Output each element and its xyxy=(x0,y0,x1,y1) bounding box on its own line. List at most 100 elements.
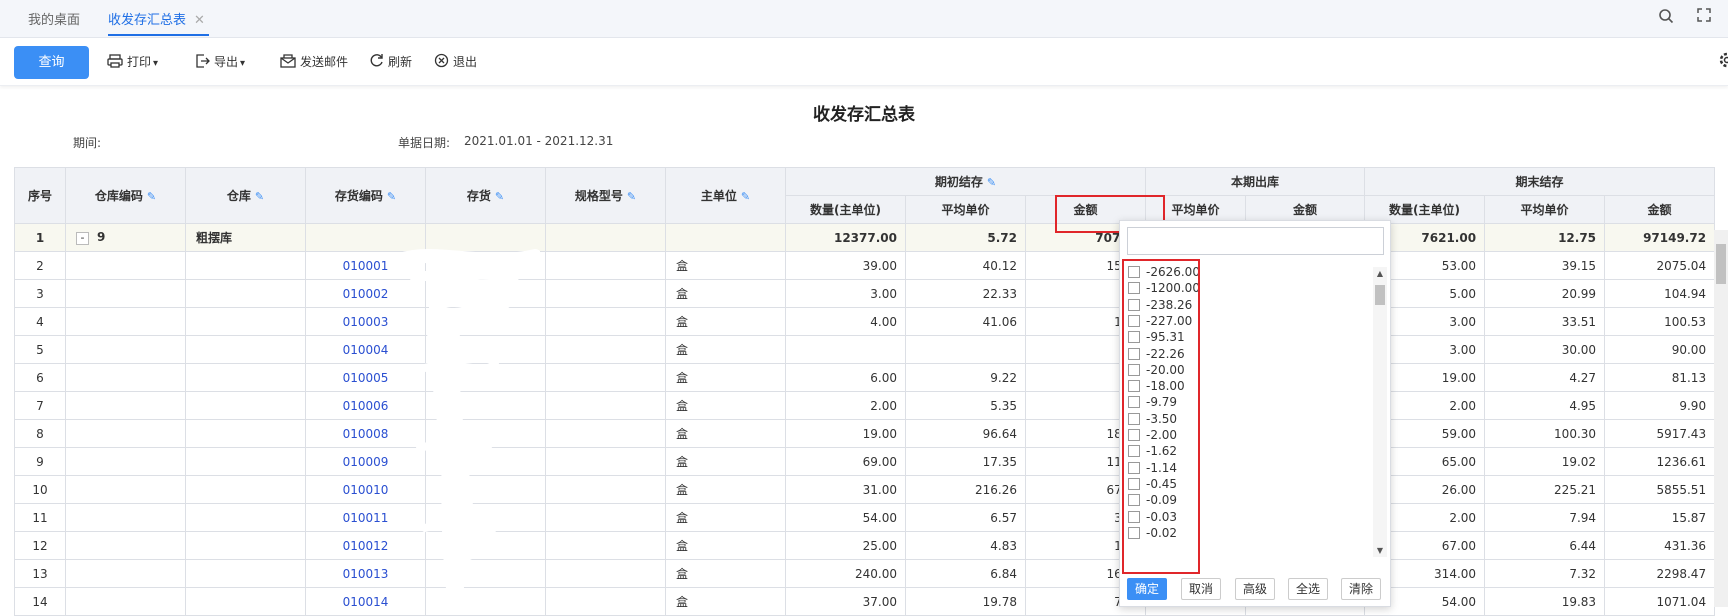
open-qty-cell: 69.00 xyxy=(786,448,906,476)
tab-bar: 我的桌面 收发存汇总表✕ xyxy=(0,0,1728,38)
refresh-button[interactable]: 刷新 xyxy=(369,52,412,72)
col-header-item[interactable]: 存货✎ xyxy=(426,168,546,224)
seq-cell: 14 xyxy=(15,588,66,616)
filter-clear-button[interactable]: 清除 xyxy=(1341,578,1381,600)
pin-icon[interactable]: ✎ xyxy=(495,190,504,203)
table-row[interactable]: 4010003盒4.0041.061643.0033.51100.53 xyxy=(15,308,1715,336)
scroll-down-icon[interactable]: ▼ xyxy=(1373,546,1387,555)
pin-icon[interactable]: ✎ xyxy=(741,190,750,203)
close-amt-cell: 100.53 xyxy=(1605,308,1715,336)
doc-date-label: 单据日期: xyxy=(398,134,450,151)
open-avg-cell: 4.83 xyxy=(906,532,1026,560)
warehouse-cell xyxy=(186,532,306,560)
scroll-up-icon[interactable]: ▲ xyxy=(1373,269,1387,278)
wh-code-cell xyxy=(66,476,186,504)
warehouse-cell xyxy=(186,280,306,308)
scroll-thumb[interactable] xyxy=(1375,285,1385,305)
filter-search-input[interactable] xyxy=(1127,227,1384,255)
warehouse-cell: 粗摆库 xyxy=(186,224,306,252)
spec-cell xyxy=(546,532,666,560)
wh-code-cell xyxy=(66,308,186,336)
print-button[interactable]: 打印▾ xyxy=(107,52,158,72)
exit-button[interactable]: 退出 xyxy=(434,52,477,72)
mail-icon xyxy=(280,53,296,73)
col-header-item-code[interactable]: 存货编码✎ xyxy=(306,168,426,224)
tab-my-desktop[interactable]: 我的桌面 xyxy=(28,10,80,36)
col-header-seq[interactable]: 序号 xyxy=(15,168,66,224)
send-email-button[interactable]: 发送邮件 xyxy=(280,52,348,72)
table-row[interactable]: 8010008盒19.0096.64183659.00100.305917.43 xyxy=(15,420,1715,448)
wh-code-cell xyxy=(66,420,186,448)
close-avg-cell: 39.15 xyxy=(1485,252,1605,280)
search-icon[interactable] xyxy=(1658,8,1674,28)
export-button[interactable]: 导出▾ xyxy=(195,52,245,72)
spec-cell xyxy=(546,560,666,588)
warehouse-cell xyxy=(186,420,306,448)
fullscreen-icon[interactable] xyxy=(1697,8,1711,26)
close-amt-cell: 81.13 xyxy=(1605,364,1715,392)
table-row[interactable]: 5010004盒3.0030.0090.00 xyxy=(15,336,1715,364)
filter-select-all-button[interactable]: 全选 xyxy=(1288,578,1328,600)
open-avg-cell: 216.26 xyxy=(906,476,1026,504)
table-row-summary[interactable]: 1 -9 粗摆库 12377.00 5.72 70775 7621.00 12.… xyxy=(15,224,1715,252)
table-row[interactable]: 10010010盒31.00216.26670426.00225.215855.… xyxy=(15,476,1715,504)
close-avg-cell: 7.94 xyxy=(1485,504,1605,532)
col-header-warehouse[interactable]: 仓库✎ xyxy=(186,168,306,224)
filter-cancel-button[interactable]: 取消 xyxy=(1181,578,1221,600)
unit-cell: 盒 xyxy=(666,420,786,448)
wh-code-cell xyxy=(66,532,186,560)
table-row[interactable]: 14010014盒37.0019.7873154.0019.831071.04 xyxy=(15,588,1715,616)
summary-table: 序号 仓库编码✎ 仓库✎ 存货编码✎ 存货✎ 规格型号✎ 主单位✎ 期初结存✎ … xyxy=(14,167,1715,616)
filter-advanced-button[interactable]: 高级 xyxy=(1235,578,1275,600)
scroll-thumb[interactable] xyxy=(1716,244,1726,284)
table-row[interactable]: 13010013盒240.006.841640314.007.322298.47 xyxy=(15,560,1715,588)
col-header-close-amt[interactable]: 金额 xyxy=(1605,196,1715,224)
pin-icon[interactable]: ✎ xyxy=(387,190,396,203)
close-avg-cell: 100.30 xyxy=(1485,420,1605,448)
col-header-wh-code[interactable]: 仓库编码✎ xyxy=(66,168,186,224)
close-avg-cell: 30.00 xyxy=(1485,336,1605,364)
tab-inventory-summary[interactable]: 收发存汇总表✕ xyxy=(108,10,209,36)
wh-code-cell xyxy=(66,392,186,420)
gear-icon[interactable] xyxy=(1716,50,1728,75)
close-avg-cell: 7.32 xyxy=(1485,560,1605,588)
col-header-open-qty[interactable]: 数量(主单位) xyxy=(786,196,906,224)
page-scrollbar[interactable] xyxy=(1714,230,1728,607)
table-row[interactable]: 7010006盒2.005.35102.004.959.90 xyxy=(15,392,1715,420)
seq-cell: 7 xyxy=(15,392,66,420)
collapse-toggle[interactable]: - xyxy=(76,232,89,245)
spec-cell xyxy=(546,504,666,532)
pin-icon[interactable]: ✎ xyxy=(255,190,264,203)
warehouse-cell xyxy=(186,308,306,336)
unit-cell: 盒 xyxy=(666,504,786,532)
close-circle-icon xyxy=(434,53,449,73)
close-icon[interactable]: ✕ xyxy=(194,13,205,28)
wh-code-cell: -9 xyxy=(66,224,186,252)
spec-cell xyxy=(546,336,666,364)
table-row[interactable]: 12010012盒25.004.8312067.006.44431.36 xyxy=(15,532,1715,560)
warehouse-cell xyxy=(186,504,306,532)
pin-icon[interactable]: ✎ xyxy=(987,176,996,189)
open-qty-cell: 3.00 xyxy=(786,280,906,308)
table-row[interactable]: 11010011盒54.006.573542.007.9415.87 xyxy=(15,504,1715,532)
refresh-label: 刷新 xyxy=(388,55,412,69)
pin-icon[interactable]: ✎ xyxy=(627,190,636,203)
unit-cell: 盒 xyxy=(666,280,786,308)
table-row[interactable]: 3010002盒3.0022.33665.0020.99104.94 xyxy=(15,280,1715,308)
col-header-unit[interactable]: 主单位✎ xyxy=(666,168,786,224)
table-row[interactable]: 9010009盒69.0017.35119665.0019.021236.61 xyxy=(15,448,1715,476)
filter-scrollbar[interactable]: ▲ ▼ xyxy=(1373,267,1387,557)
open-qty-cell: 12377.00 xyxy=(786,224,906,252)
col-header-spec[interactable]: 规格型号✎ xyxy=(546,168,666,224)
filter-ok-button[interactable]: 确定 xyxy=(1127,578,1167,600)
spec-cell xyxy=(546,448,666,476)
col-header-close-avg[interactable]: 平均单价 xyxy=(1485,196,1605,224)
query-button[interactable]: 查询 xyxy=(14,46,89,79)
col-header-open-avg[interactable]: 平均单价 xyxy=(906,196,1026,224)
open-qty-cell: 39.00 xyxy=(786,252,906,280)
table-row[interactable]: 6010005盒6.009.225519.004.2781.13 xyxy=(15,364,1715,392)
unit-cell: 盒 xyxy=(666,532,786,560)
seq-cell: 6 xyxy=(15,364,66,392)
table-row[interactable]: 2010001盒39.0040.12156453.0039.152075.04 xyxy=(15,252,1715,280)
pin-icon[interactable]: ✎ xyxy=(147,190,156,203)
